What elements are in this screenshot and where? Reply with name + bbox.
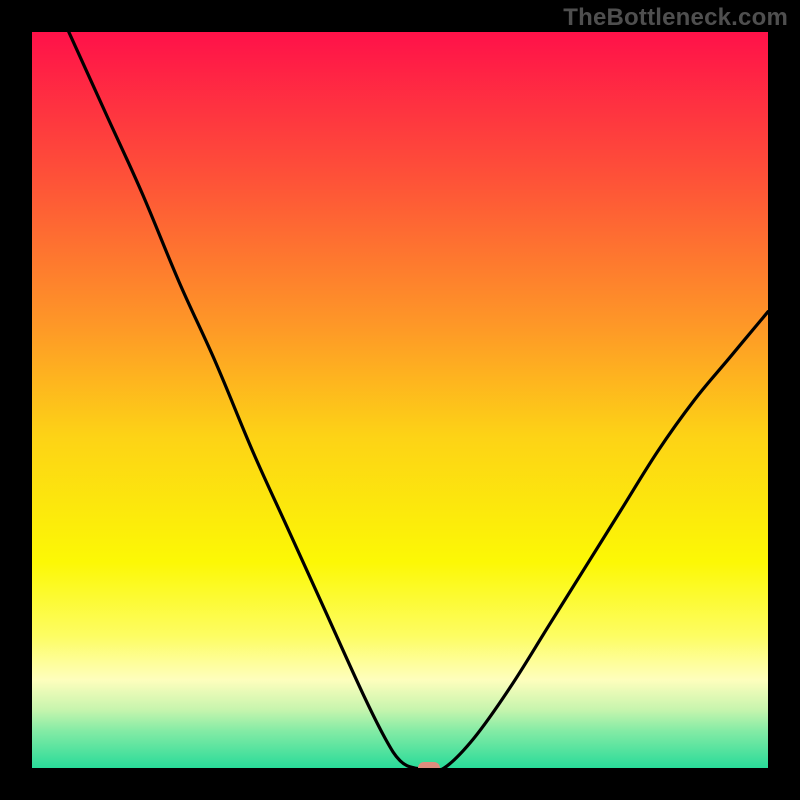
watermark-text: TheBottleneck.com xyxy=(563,4,788,32)
bottleneck-curve xyxy=(69,32,768,768)
chart-frame: TheBottleneck.com xyxy=(0,0,800,800)
curve-layer xyxy=(32,32,768,768)
optimal-marker xyxy=(418,762,440,768)
plot-area xyxy=(32,32,768,768)
